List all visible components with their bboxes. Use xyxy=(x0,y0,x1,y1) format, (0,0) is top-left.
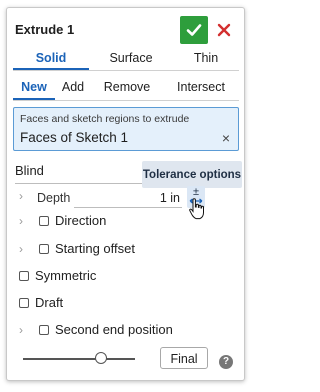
starting-offset-label: Starting offset xyxy=(55,241,135,256)
help-icon[interactable]: ? xyxy=(219,355,233,369)
checkmark-icon xyxy=(186,24,202,36)
plus-minus-icon: ± xyxy=(192,186,200,198)
depth-label: Depth xyxy=(37,191,71,205)
draft-label: Draft xyxy=(35,295,64,310)
tab-surface[interactable]: Surface xyxy=(89,46,173,70)
draft-row: Draft xyxy=(19,295,63,310)
direction-chevron-icon[interactable]: › xyxy=(19,214,23,228)
draft-checkbox[interactable] xyxy=(19,297,29,308)
selection-field-label: Faces and sketch regions to extrude xyxy=(20,113,190,125)
second-end-checkbox[interactable] xyxy=(39,324,49,335)
direction-row: › Direction xyxy=(19,213,106,228)
rollback-slider-track[interactable] xyxy=(23,358,135,360)
operation-tabs: New Add Remove Intersect xyxy=(13,74,239,101)
close-icon xyxy=(217,23,231,37)
body-type-tabs: Solid Surface Thin xyxy=(13,46,239,71)
symmetric-label: Symmetric xyxy=(35,268,97,283)
symmetric-row: Symmetric xyxy=(19,268,96,283)
extrude-dialog: Extrude 1 Solid Surface Thin New Add Rem… xyxy=(6,7,245,381)
tolerance-tooltip: Tolerance options xyxy=(142,161,242,188)
direction-checkbox[interactable] xyxy=(39,215,49,226)
rollback-slider-handle[interactable] xyxy=(95,352,107,364)
tab-intersect[interactable]: Intersect xyxy=(163,74,239,100)
selection-field-value: Faces of Sketch 1 xyxy=(20,130,129,145)
tab-solid[interactable]: Solid xyxy=(13,46,89,70)
final-button[interactable]: Final xyxy=(160,347,208,369)
depth-input[interactable]: 1 in xyxy=(74,188,182,208)
tab-add[interactable]: Add xyxy=(55,74,91,100)
starting-offset-checkbox[interactable] xyxy=(39,243,49,254)
hand-cursor-icon xyxy=(189,198,204,220)
dialog-title: Extrude 1 xyxy=(15,22,75,37)
confirm-button[interactable] xyxy=(180,16,208,44)
cancel-button[interactable] xyxy=(213,18,235,42)
tab-new[interactable]: New xyxy=(13,74,55,100)
symmetric-checkbox[interactable] xyxy=(19,270,29,281)
tab-thin[interactable]: Thin xyxy=(173,46,239,70)
tab-remove[interactable]: Remove xyxy=(91,74,163,100)
starting-offset-chevron-icon[interactable]: › xyxy=(19,242,23,256)
second-end-chevron-icon[interactable]: › xyxy=(19,323,23,337)
second-end-label: Second end position xyxy=(55,322,173,337)
second-end-row: › Second end position xyxy=(19,322,173,337)
end-type-value: Blind xyxy=(15,163,44,178)
direction-label: Direction xyxy=(55,213,107,228)
depth-expand-chevron-icon[interactable]: › xyxy=(19,189,23,203)
starting-offset-row: › Starting offset xyxy=(19,241,135,256)
faces-selection-field[interactable]: Faces and sketch regions to extrude Face… xyxy=(13,107,239,151)
clear-selection-icon[interactable]: × xyxy=(222,130,230,146)
